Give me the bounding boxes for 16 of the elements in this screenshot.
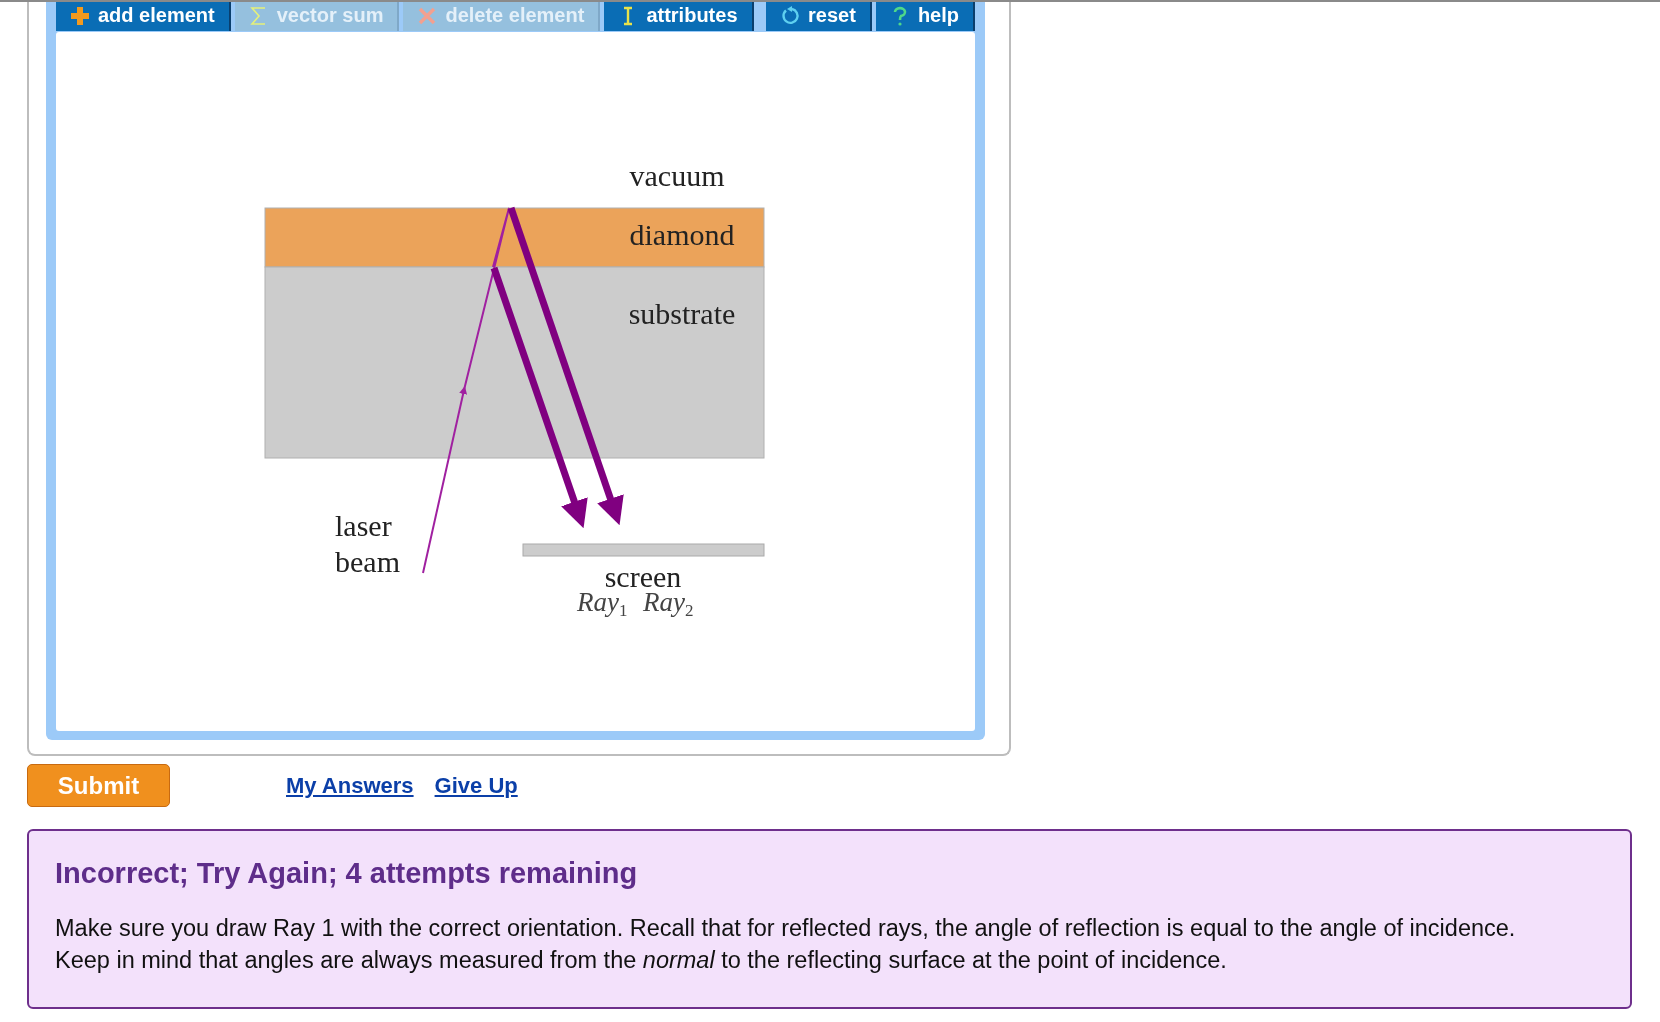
plus-icon (70, 5, 90, 26)
text-link[interactable]: My Answers (286, 772, 414, 799)
feedback-text: Make sure you draw Ray 1 with the correct orientation. Recall that for reflected rays, the angle of reflection is equal to the angle of incidence. Keep in mind that angles are always measured from the normal to the reflecting surface at the point of incidence. (55, 914, 1517, 975)
toolbar-button[interactable]: add element (56, 0, 231, 31)
beam-label: laser (335, 509, 392, 542)
toolbar-button[interactable]: attributes (604, 0, 754, 31)
cross-icon (417, 5, 438, 26)
reset-icon (780, 5, 801, 26)
toolbar-button[interactable]: help (875, 0, 975, 31)
layer-label: substrate (628, 297, 736, 330)
layer-label: diamond (629, 218, 735, 251)
beam-label: beam (335, 545, 400, 578)
toolbar-button[interactable]: reset (766, 0, 872, 31)
text-link[interactable]: Give Up (434, 772, 518, 799)
medium-label: vacuum (629, 159, 725, 192)
feedback-title: Incorrect; Try Again; 4 attempts remaining (55, 857, 639, 890)
